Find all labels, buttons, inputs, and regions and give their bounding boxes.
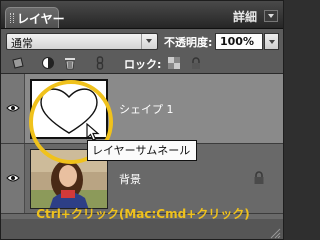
shortcut-caption: Ctrl+クリック(Mac:Cmd+クリック) (36, 207, 250, 221)
panel-title-bar: レイヤー 詳細 (1, 1, 283, 29)
layer-name: 背景 (119, 173, 141, 186)
trash-icon[interactable] (63, 56, 77, 70)
layers-panel: レイヤー 詳細 通常 不透明度: 100% ロック: シェイプ 1 背景 レイヤ… (0, 0, 284, 240)
panel-menu-icon[interactable] (264, 10, 278, 22)
detail-button[interactable]: 詳細 (233, 8, 257, 25)
opacity-input[interactable]: 100% (215, 33, 263, 50)
tab-label: レイヤー (17, 12, 65, 26)
lock-transparent-icon[interactable] (167, 56, 181, 70)
tab-layers[interactable]: レイヤー (5, 7, 65, 28)
blend-mode-select[interactable]: 通常 (6, 33, 158, 50)
layer-name: シェイプ 1 (119, 103, 174, 116)
resize-grip-icon[interactable] (269, 227, 281, 239)
opacity-dropdown-icon[interactable] (264, 33, 279, 50)
visibility-toggle[interactable] (1, 74, 25, 143)
eye-icon (6, 104, 20, 112)
blend-row: 通常 不透明度: 100% (1, 29, 283, 54)
link-icon[interactable] (93, 56, 107, 70)
thumbnail-tooltip: レイヤーサムネール (87, 140, 198, 161)
opacity-label: 不透明度: (164, 36, 213, 49)
adjustment-layer-icon[interactable] (41, 56, 55, 70)
new-layer-icon[interactable] (11, 56, 25, 70)
lock-all-icon[interactable] (189, 56, 203, 70)
blend-mode-value: 通常 (11, 37, 33, 50)
lock-label: ロック: (124, 58, 162, 71)
layer-tool-row: ロック: (1, 54, 283, 74)
lock-icon (254, 171, 264, 184)
chevron-down-icon (141, 34, 157, 49)
grip-icon[interactable] (10, 13, 14, 23)
visibility-toggle[interactable] (1, 144, 25, 213)
eye-icon (6, 174, 20, 182)
cursor-arrow-icon (86, 123, 100, 141)
